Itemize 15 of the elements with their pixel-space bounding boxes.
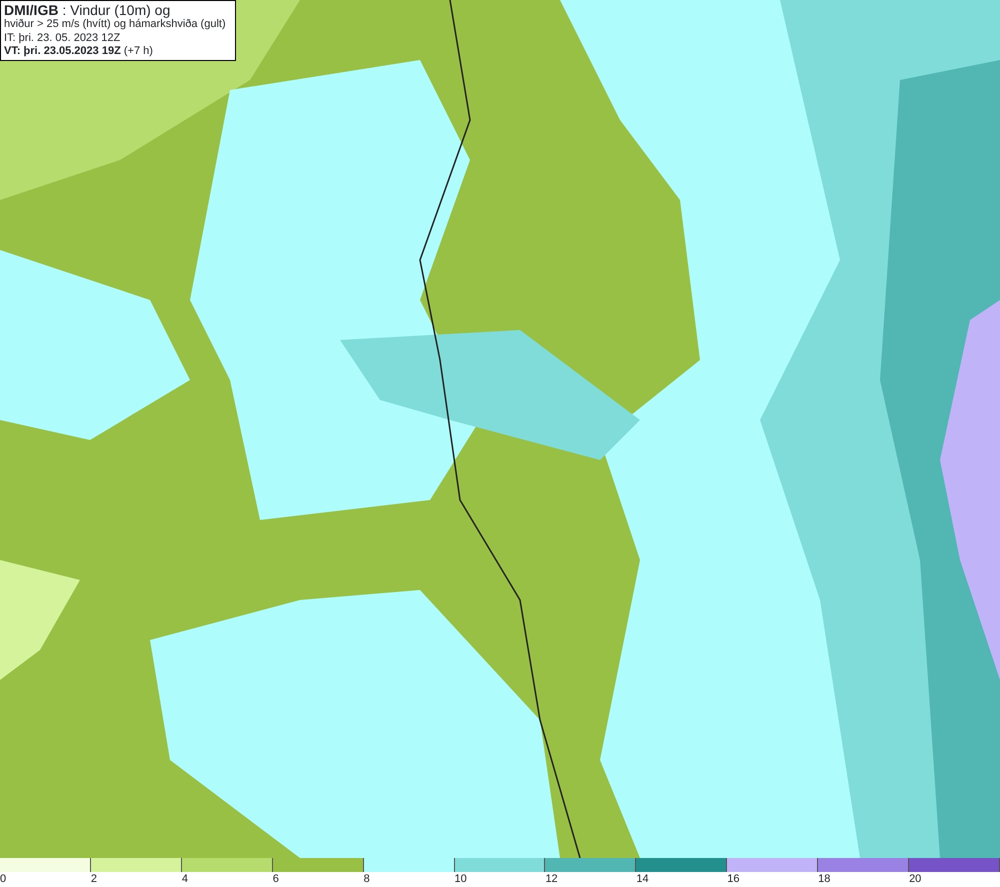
legend-label: 4 — [182, 873, 188, 885]
legend-label: 18 — [818, 873, 830, 885]
info-line: VT: þri. 23.05.2023 19Z (+7 h) — [4, 45, 154, 58]
legend-label: 0 — [0, 873, 6, 885]
info-line: DMI/IGB : Vindur (10m) og — [4, 2, 172, 18]
legend-label: 14 — [636, 873, 649, 885]
legend-label: 2 — [90, 873, 98, 885]
legend-label: 20 — [909, 873, 922, 885]
legend-label: 6 — [272, 873, 279, 885]
legend-label: 16 — [727, 873, 740, 885]
legend-label: 12 — [545, 873, 558, 885]
legend-label: 8 — [364, 873, 370, 885]
legend-label: 10 — [454, 873, 467, 885]
info-line: IT: þri. 23. 05. 2023 12Z — [4, 32, 122, 45]
info-line: hviður > 25 m/s (hvítt) og hámarkshviða (gult) — [4, 18, 227, 32]
